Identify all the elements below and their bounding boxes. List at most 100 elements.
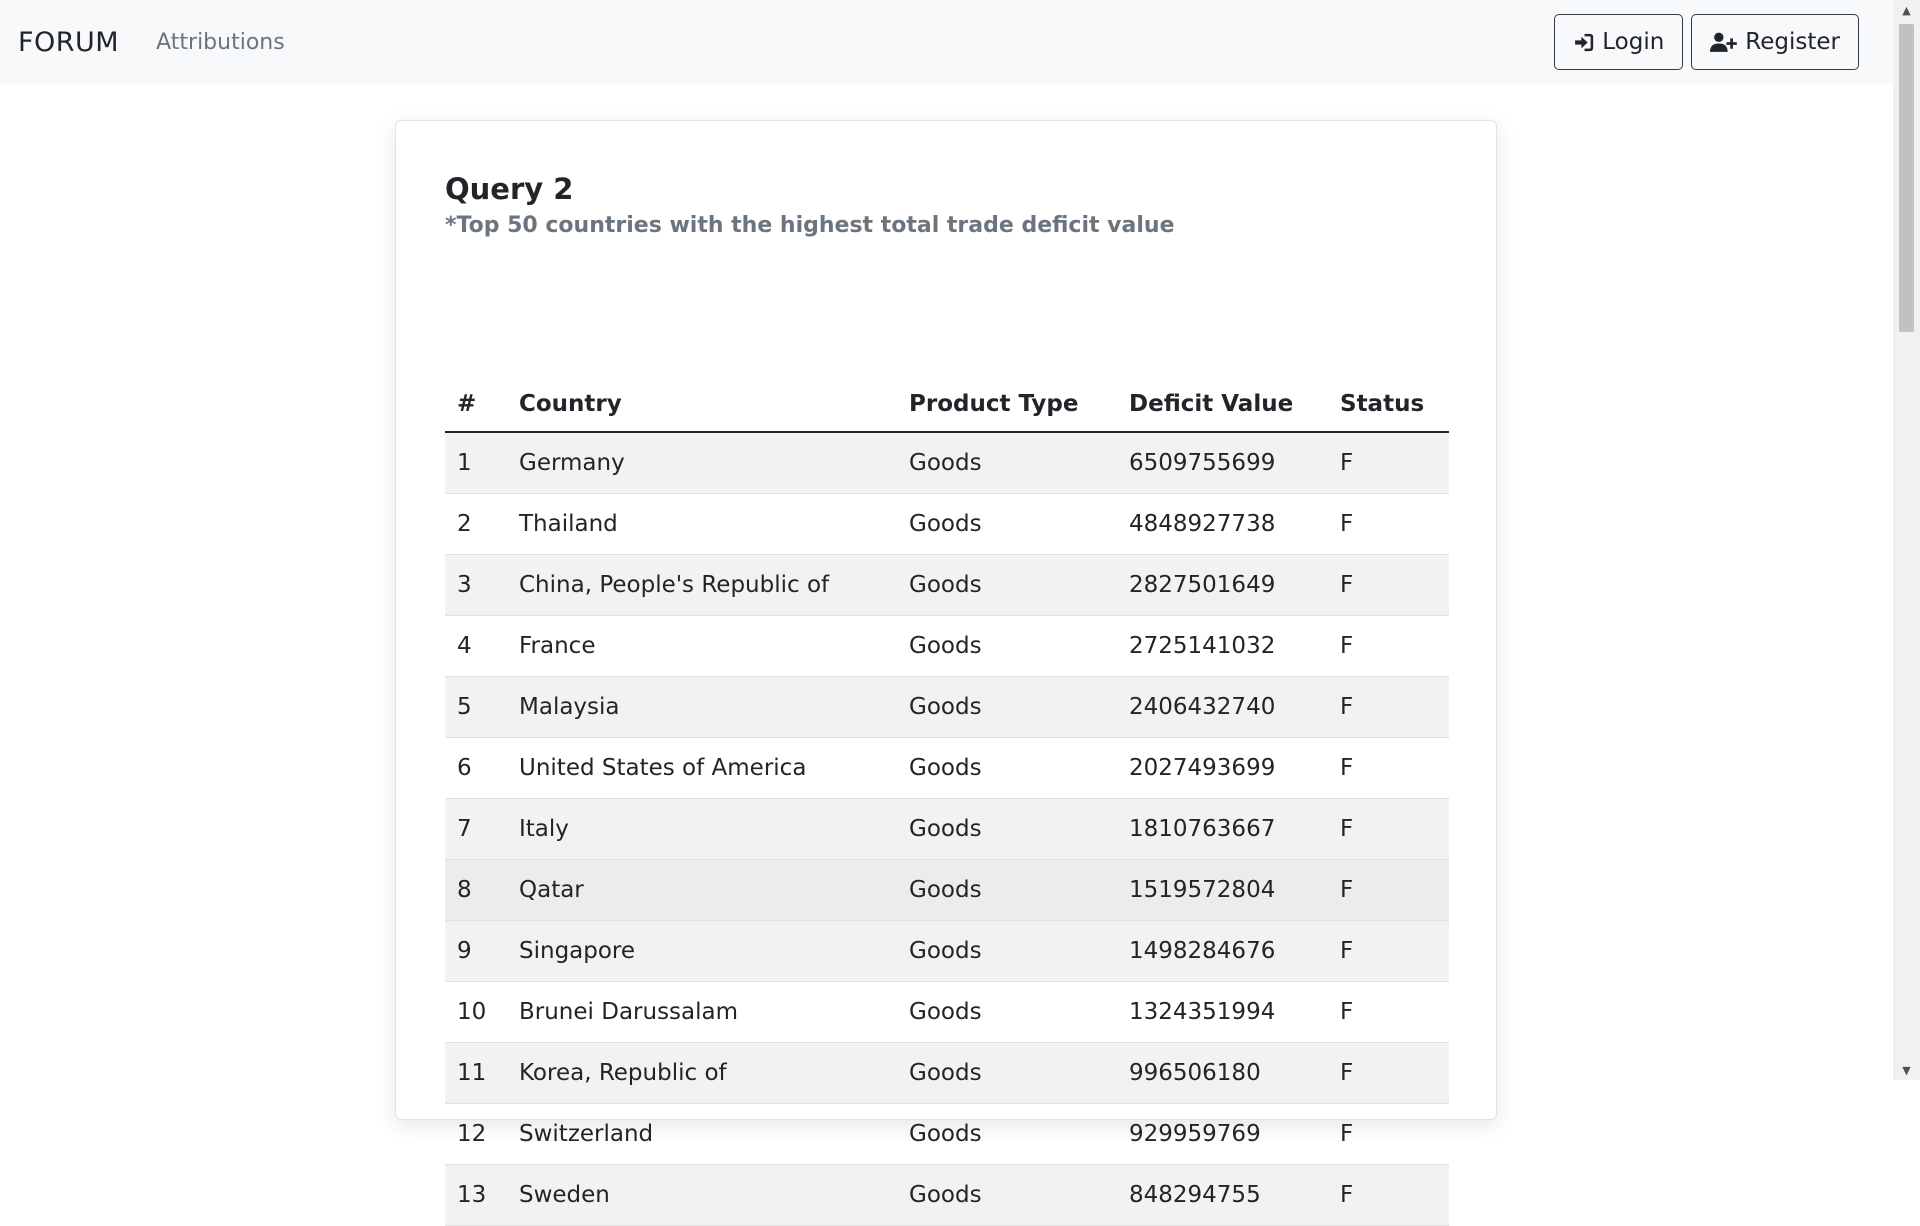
row-deficit-value: 4848927738 bbox=[1117, 493, 1328, 555]
table-row: 4 France Goods 2725141032 F bbox=[445, 615, 1449, 677]
navbar: FORUM Attributions Login Register bbox=[0, 0, 1893, 84]
row-deficit-value: 2027493699 bbox=[1117, 737, 1328, 799]
table-row: 9 Singapore Goods 1498284676 F bbox=[445, 920, 1449, 982]
row-product-type: Goods bbox=[897, 1042, 1117, 1104]
card-subtitle: *Top 50 countries with the highest total… bbox=[445, 213, 1175, 238]
page-scrollbar[interactable]: ▲ ▼ bbox=[1893, 0, 1920, 1080]
row-product-type: Goods bbox=[897, 615, 1117, 677]
row-status: F bbox=[1328, 554, 1449, 616]
table-row: 3 China, People's Republic of Goods 2827… bbox=[445, 554, 1449, 616]
brand-link[interactable]: FORUM bbox=[18, 27, 119, 58]
row-country: Switzerland bbox=[507, 1103, 897, 1165]
row-country: France bbox=[507, 615, 897, 677]
scroll-down-arrow-icon[interactable]: ▼ bbox=[1893, 1060, 1920, 1080]
table-row: 6 United States of America Goods 2027493… bbox=[445, 737, 1449, 799]
row-deficit-value: 1519572804 bbox=[1117, 859, 1328, 921]
row-deficit-value: 2725141032 bbox=[1117, 615, 1328, 677]
row-product-type: Goods bbox=[897, 432, 1117, 494]
row-deficit-value: 6509755699 bbox=[1117, 432, 1328, 494]
row-deficit-value: 2827501649 bbox=[1117, 554, 1328, 616]
scrollbar-thumb[interactable] bbox=[1899, 24, 1914, 332]
row-status: F bbox=[1328, 432, 1449, 494]
row-product-type: Goods bbox=[897, 676, 1117, 738]
row-number: 6 bbox=[445, 737, 507, 799]
row-deficit-value: 848294755 bbox=[1117, 1164, 1328, 1226]
header-country: Country bbox=[507, 376, 897, 433]
login-label: Login bbox=[1602, 29, 1665, 55]
row-number: 8 bbox=[445, 859, 507, 921]
row-status: F bbox=[1328, 1042, 1449, 1104]
row-status: F bbox=[1328, 615, 1449, 677]
register-button[interactable]: Register bbox=[1691, 14, 1859, 70]
row-country: Malaysia bbox=[507, 676, 897, 738]
table-row: 5 Malaysia Goods 2406432740 F bbox=[445, 676, 1449, 738]
row-status: F bbox=[1328, 676, 1449, 738]
row-number: 13 bbox=[445, 1164, 507, 1226]
row-country: Qatar bbox=[507, 859, 897, 921]
row-status: F bbox=[1328, 1164, 1449, 1226]
row-country: Korea, Republic of bbox=[507, 1042, 897, 1104]
row-status: F bbox=[1328, 981, 1449, 1043]
row-status: F bbox=[1328, 737, 1449, 799]
header-status: Status bbox=[1328, 376, 1449, 433]
row-product-type: Goods bbox=[897, 493, 1117, 555]
row-status: F bbox=[1328, 1103, 1449, 1165]
row-product-type: Goods bbox=[897, 554, 1117, 616]
row-deficit-value: 1498284676 bbox=[1117, 920, 1328, 982]
row-product-type: Goods bbox=[897, 981, 1117, 1043]
scroll-up-arrow-icon[interactable]: ▲ bbox=[1893, 0, 1920, 20]
header-number: # bbox=[445, 376, 507, 433]
card-title: Query 2 bbox=[445, 172, 574, 206]
row-country: Germany bbox=[507, 432, 897, 494]
row-number: 2 bbox=[445, 493, 507, 555]
sign-in-icon bbox=[1573, 32, 1594, 53]
row-number: 1 bbox=[445, 432, 507, 494]
row-number: 7 bbox=[445, 798, 507, 860]
deficit-table: # Country Product Type Deficit Value Sta… bbox=[445, 376, 1449, 1226]
table-row: 13 Sweden Goods 848294755 F bbox=[445, 1164, 1449, 1226]
table-row: 10 Brunei Darussalam Goods 1324351994 F bbox=[445, 981, 1449, 1043]
row-deficit-value: 2406432740 bbox=[1117, 676, 1328, 738]
nav-link-attributions[interactable]: Attributions bbox=[156, 30, 285, 55]
row-status: F bbox=[1328, 493, 1449, 555]
row-number: 5 bbox=[445, 676, 507, 738]
table-row: 11 Korea, Republic of Goods 996506180 F bbox=[445, 1042, 1449, 1104]
row-country: Brunei Darussalam bbox=[507, 981, 897, 1043]
row-number: 10 bbox=[445, 981, 507, 1043]
row-deficit-value: 1324351994 bbox=[1117, 981, 1328, 1043]
table-row: 8 Qatar Goods 1519572804 F bbox=[445, 859, 1449, 921]
table-row: 1 Germany Goods 6509755699 F bbox=[445, 432, 1449, 494]
row-number: 4 bbox=[445, 615, 507, 677]
auth-buttons: Login Register bbox=[1554, 14, 1859, 70]
row-product-type: Goods bbox=[897, 737, 1117, 799]
row-country: United States of America bbox=[507, 737, 897, 799]
row-deficit-value: 929959769 bbox=[1117, 1103, 1328, 1165]
row-product-type: Goods bbox=[897, 920, 1117, 982]
row-product-type: Goods bbox=[897, 1103, 1117, 1165]
table-row: 7 Italy Goods 1810763667 F bbox=[445, 798, 1449, 860]
user-plus-icon bbox=[1710, 32, 1738, 53]
row-number: 11 bbox=[445, 1042, 507, 1104]
table-header-row: # Country Product Type Deficit Value Sta… bbox=[445, 376, 1449, 433]
login-button[interactable]: Login bbox=[1554, 14, 1684, 70]
row-number: 12 bbox=[445, 1103, 507, 1165]
row-number: 9 bbox=[445, 920, 507, 982]
row-status: F bbox=[1328, 920, 1449, 982]
row-country: Sweden bbox=[507, 1164, 897, 1226]
row-number: 3 bbox=[445, 554, 507, 616]
table-row: 2 Thailand Goods 4848927738 F bbox=[445, 493, 1449, 555]
row-product-type: Goods bbox=[897, 798, 1117, 860]
header-product-type: Product Type bbox=[897, 376, 1117, 433]
row-deficit-value: 1810763667 bbox=[1117, 798, 1328, 860]
query-card: Query 2 *Top 50 countries with the highe… bbox=[395, 120, 1497, 1226]
row-country: Thailand bbox=[507, 493, 897, 555]
row-country: China, People's Republic of bbox=[507, 554, 897, 616]
table-row: 12 Switzerland Goods 929959769 F bbox=[445, 1103, 1449, 1165]
row-product-type: Goods bbox=[897, 859, 1117, 921]
row-deficit-value: 996506180 bbox=[1117, 1042, 1328, 1104]
row-country: Singapore bbox=[507, 920, 897, 982]
row-product-type: Goods bbox=[897, 1164, 1117, 1226]
row-status: F bbox=[1328, 798, 1449, 860]
row-status: F bbox=[1328, 859, 1449, 921]
header-deficit-value: Deficit Value bbox=[1117, 376, 1328, 433]
